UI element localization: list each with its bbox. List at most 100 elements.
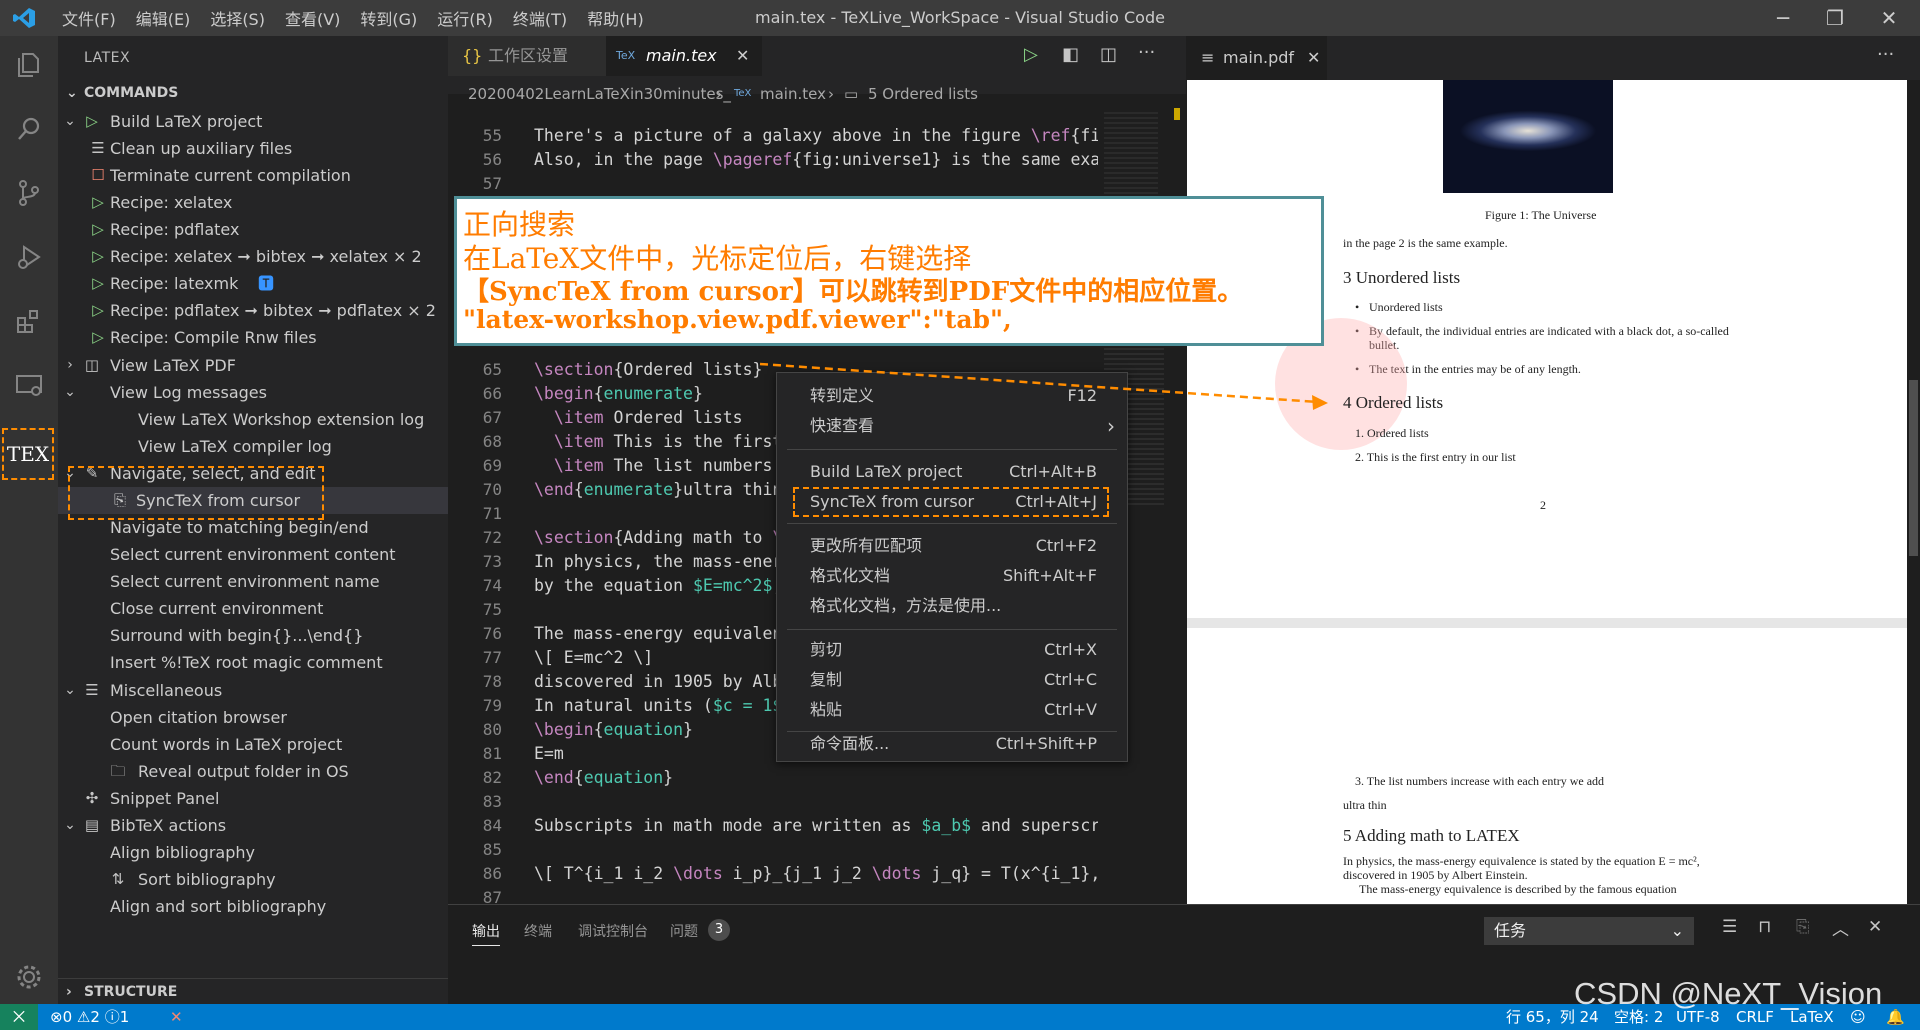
sidebar-item-recipe-pdflatex[interactable]: ▷ Recipe: pdflatex [58,216,448,243]
menu-item-command-palette[interactable]: 命令面板... Ctrl+Shift+P [777,729,1127,759]
breadcrumb-file[interactable]: main.tex [760,76,826,112]
menu-help[interactable]: 帮助(H) [577,6,654,30]
menu-item-synctex[interactable]: SyncTeX from cursor Ctrl+Alt+J [777,487,1127,517]
remote-explorer-icon[interactable] [0,356,58,414]
sidebar-item-align-sort-bib[interactable]: Align and sort bibliography [58,893,448,920]
search-icon[interactable] [0,100,58,158]
sidebar-item-count-words[interactable]: Count words in LaTeX project [58,731,448,758]
menu-terminal[interactable]: 终端(T) [503,6,577,30]
line-number: 75 [482,600,502,619]
tab-workspace-settings[interactable]: {} 工作区设置 [448,36,606,76]
run-build-icon[interactable]: ▷ [1024,44,1038,65]
lock-icon[interactable]: ⊓ [1758,917,1771,937]
sidebar-item-terminate[interactable]: ☐ Terminate current compilation [58,162,448,189]
breadcrumb-folder[interactable]: 20200402LearnLaTeXin30minutes_ [468,76,731,112]
sidebar-item-select-content[interactable]: Select current environment content [58,541,448,568]
commands-section-header[interactable]: ⌄ COMMANDS [58,80,448,106]
close-tab-icon[interactable]: ✕ [736,36,749,76]
sidebar-item-recipe-rnw[interactable]: ▷ Recipe: Compile Rnw files [58,324,448,351]
sidebar-item-compiler-log[interactable]: View LaTeX compiler log [58,433,448,460]
sidebar-item-view-log[interactable]: ⌄ View Log messages [58,379,448,406]
code-line: The mass-energy equivalenc [534,624,793,643]
menu-item-cut[interactable]: 剪切 Ctrl+X [777,635,1127,665]
tab-main-pdf[interactable]: ≡ main.pdf ✕ [1187,36,1327,80]
menu-run[interactable]: 运行(R) [427,6,503,30]
clear-output-icon[interactable]: ☰ [1722,917,1737,937]
menu-edit[interactable]: 编辑(E) [126,6,201,30]
sidebar-item-workshop-log[interactable]: View LaTeX Workshop extension log [58,406,448,433]
menu-go[interactable]: 转到(G) [350,6,427,30]
sidebar-item-recipe-xelatex[interactable]: ▷ Recipe: xelatex [58,189,448,216]
sidebar-item-close-env[interactable]: Close current environment [58,595,448,622]
menu-item-change-all[interactable]: 更改所有匹配项 Ctrl+F2 [777,531,1127,561]
more-actions-icon[interactable]: ··· [1877,44,1894,65]
panel-tab-debug-console[interactable]: 调试控制台 [578,921,648,941]
vscode-logo-icon [12,7,36,29]
tab-main-tex[interactable]: TeX main.tex ✕ [606,36,762,76]
structure-section-header[interactable]: › STRUCTURE [58,978,448,1005]
output-channel-select[interactable]: 任务 ⌄ [1484,917,1694,945]
line-number: 70 [482,480,502,499]
notifications-icon[interactable]: 🔔 [1886,1004,1905,1030]
sidebar-item-recipe-latexmk[interactable]: ▷ Recipe: latexmk 🆃 [58,270,448,297]
menu-view[interactable]: 查看(V) [275,6,350,30]
sidebar-item-magic-comment[interactable]: Insert %!TeX root magic comment [58,649,448,676]
clear-all-icon: ☰ [91,139,105,157]
pdf-page: 3. The list numbers increase with each e… [1187,628,1907,904]
menu-item-paste[interactable]: 粘贴 Ctrl+V [777,695,1127,725]
sidebar-item-recipe-pdflatex-bibtex[interactable]: ▷ Recipe: pdflatex ➞ bibtex ➞ pdflatex ×… [58,297,448,324]
sidebar-item-misc[interactable]: ⌄ ☰ Miscellaneous [58,677,448,704]
sidebar-item-surround[interactable]: Surround with begin{}...\end{} [58,622,448,649]
play-icon: ▷ [92,247,104,265]
close-icon[interactable]: ✕ [1866,0,1912,36]
sidebar-item-select-name[interactable]: Select current environment name [58,568,448,595]
menu-selection[interactable]: 选择(S) [200,6,275,30]
sidebar-item-reveal-folder[interactable]: 🗀 Reveal output folder in OS [58,758,448,785]
menu-file[interactable]: 文件(F) [52,6,126,30]
sidebar-item-citation[interactable]: Open citation browser [58,704,448,731]
menu-item-go-to-definition[interactable]: 转到定义 F12 [777,381,1127,411]
scrollbar-thumb[interactable] [1909,380,1918,556]
remote-icon[interactable]: ⨉ [0,1004,38,1030]
sidebar-item-snippet-panel[interactable]: ✣ Snippet Panel [58,785,448,812]
panel-tab-problems[interactable]: 问题 [670,921,698,941]
line-number: 67 [482,408,502,427]
sidebar-item-recipe-xelatex-bibtex[interactable]: ▷ Recipe: xelatex ➞ bibtex ➞ xelatex × 2 [58,243,448,270]
close-panel-icon[interactable]: ✕ [1868,917,1882,937]
problems-status[interactable]: ⊗0 ⚠2 ⓘ1 [50,1004,129,1030]
menu-item-format-with[interactable]: 格式化文档，方法是使用... [777,591,1127,621]
sidebar-item-view-pdf[interactable]: › ◫ View LaTeX PDF [58,352,448,379]
open-preview-icon[interactable]: ◧ [1062,44,1079,65]
run-debug-icon[interactable] [0,228,58,286]
code-line: \begin{enumerate} [534,384,703,403]
menu-item-format-document[interactable]: 格式化文档 Shift+Alt+F [777,561,1127,591]
tex-icon[interactable]: TEX [2,428,54,480]
sidebar-item-clean[interactable]: ☰ Clean up auxiliary files [58,135,448,162]
maximize-panel-icon[interactable]: ︿ [1832,915,1849,940]
menu-item-copy[interactable]: 复制 Ctrl+C [777,665,1127,695]
line-number: 74 [482,576,502,595]
sidebar-item-bibtex[interactable]: ⌄ ▤ BibTeX actions [58,812,448,839]
extensions-icon[interactable] [0,292,58,350]
pdf-scrollbar[interactable] [1907,80,1920,904]
menu-item-build-latex[interactable]: Build LaTeX project Ctrl+Alt+B [777,457,1127,487]
panel-tab-output[interactable]: 输出 [472,921,500,946]
source-control-icon[interactable] [0,164,58,222]
build-fail-icon[interactable]: ✕ [170,1004,183,1030]
sidebar-item-align-bib[interactable]: Align bibliography [58,839,448,866]
settings-gear-icon[interactable] [0,948,58,1006]
panel-tab-terminal[interactable]: 终端 [524,921,552,941]
explorer-icon[interactable] [0,36,58,94]
chevron-right-icon: › [828,85,834,103]
close-tab-icon[interactable]: ✕ [1307,36,1320,80]
sidebar-item-sort-bib[interactable]: ⇅ Sort bibliography [58,866,448,893]
more-actions-icon[interactable]: ··· [1138,42,1155,63]
menu-item-peek[interactable]: 快速查看 › [777,411,1127,441]
split-editor-icon[interactable]: ◫ [1100,44,1117,65]
open-log-icon[interactable]: ⎘ [1796,917,1810,937]
minimize-icon[interactable]: ─ [1760,0,1806,36]
annotation-callout: 正向搜索 在LaTeX文件中，光标定位后，右键选择 【SyncTeX from … [454,196,1324,346]
breadcrumb-symbol[interactable]: 5 Ordered lists [868,76,978,112]
sidebar-item-build[interactable]: ⌄ ▷ Build LaTeX project [58,108,448,135]
maximize-icon[interactable]: ❐ [1812,0,1858,36]
